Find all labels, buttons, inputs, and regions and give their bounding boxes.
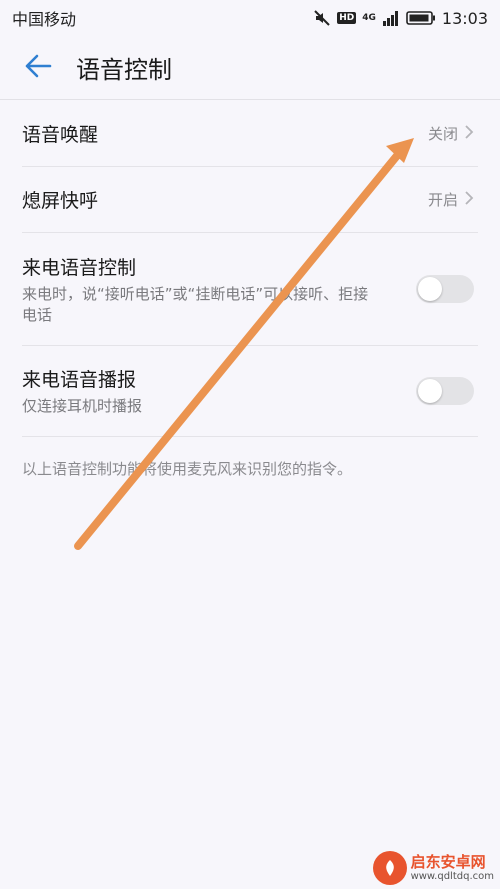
- setting-title: 来电语音控制: [22, 256, 137, 279]
- page-title: 语音控制: [76, 56, 172, 84]
- setting-value-text: 开启: [427, 191, 458, 209]
- setting-row-voice-wakeup[interactable]: 语音唤醒 关闭: [22, 101, 478, 167]
- clock-time: 13:03: [441, 8, 488, 28]
- mute-icon: [313, 9, 331, 27]
- chevron-right-icon: [464, 124, 474, 144]
- setting-value: 开启: [428, 189, 478, 210]
- incoming-call-announce-toggle[interactable]: [416, 377, 474, 405]
- carrier-label: 中国移动: [12, 10, 77, 29]
- app-header: 语音控制: [0, 36, 500, 100]
- watermark-url: www.qdltdq.com: [410, 870, 494, 882]
- network-type-label: 4G: [362, 12, 376, 23]
- battery-icon: [406, 10, 436, 26]
- watermark-text: 启东安卓网 www.qdltdq.com: [411, 854, 494, 882]
- watermark-title: 启东安卓网: [410, 853, 486, 872]
- setting-title: 来电语音播报: [22, 369, 137, 391]
- watermark: 启东安卓网 www.qdltdq.com: [372, 851, 494, 885]
- setting-row-quick-call[interactable]: 熄屏快呼 开启: [22, 167, 478, 233]
- toggle-knob: [418, 379, 442, 403]
- toggle-knob: [418, 277, 442, 301]
- setting-title: 语音唤醒: [22, 124, 99, 146]
- setting-row-incoming-call-control: 来电语音控制 来电时，说“接听电话”或“挂断电话”可以接听、拒接电话: [22, 233, 478, 346]
- setting-row-incoming-call-announce: 来电语音播报 仅连接耳机时播报: [22, 346, 478, 437]
- status-icons: HD 4G 13:03: [313, 9, 488, 28]
- settings-list: 语音唤醒 关闭 熄屏快呼 开启 来电语音控制 来电时，说“接听电话”或“挂断电话…: [22, 101, 478, 437]
- setting-description: 来电时，说“接听电话”或“挂断电话”可以接听、拒接电话: [22, 284, 369, 324]
- setting-description: 仅连接耳机时播报: [22, 397, 143, 415]
- watermark-logo-icon: [372, 851, 407, 885]
- setting-value: 关闭: [428, 123, 478, 144]
- arrow-left-icon: [23, 53, 53, 83]
- setting-text: 来电语音播报 仅连接耳机时播报: [22, 365, 372, 417]
- setting-text: 来电语音控制 来电时，说“接听电话”或“挂断电话”可以接听、拒接电话: [22, 253, 372, 326]
- incoming-call-control-toggle[interactable]: [416, 275, 474, 303]
- chevron-right-icon: [464, 190, 474, 210]
- hd-badge: HD: [337, 12, 357, 24]
- signal-icon: [382, 10, 400, 26]
- back-button[interactable]: [0, 36, 76, 100]
- setting-title: 熄屏快呼: [22, 190, 99, 212]
- status-bar: 中国移动 HD 4G 13:03: [0, 0, 500, 36]
- footnote-text: 以上语音控制功能将使用麦克风来识别您的指令。: [22, 460, 353, 478]
- setting-value-text: 关闭: [427, 125, 458, 143]
